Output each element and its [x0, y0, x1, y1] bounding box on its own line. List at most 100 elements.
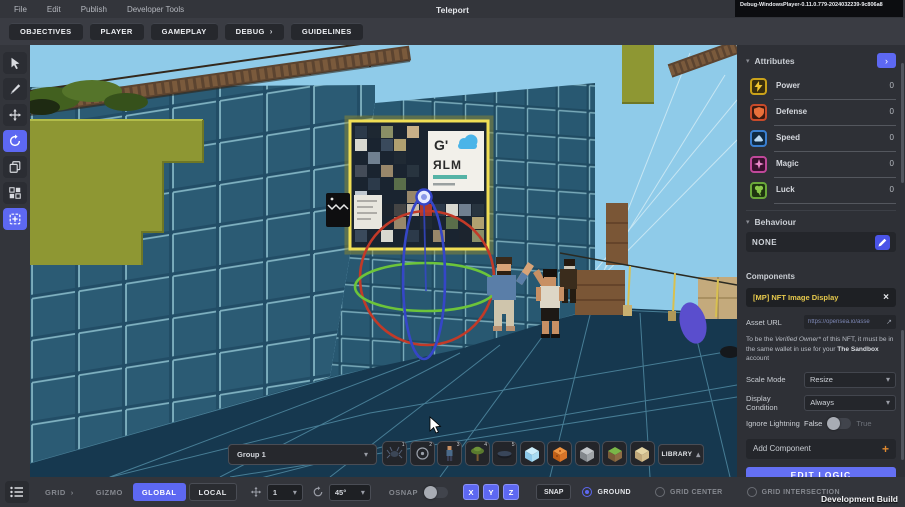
toggle-false-label: False: [804, 419, 822, 428]
asset-thumb-character[interactable]: 3: [437, 441, 462, 466]
menu-developer-tools[interactable]: Developer Tools: [127, 5, 184, 14]
snap-ground-option[interactable]: GROUND: [582, 487, 631, 497]
player-label: PLAYER: [101, 27, 133, 36]
divider: [746, 210, 896, 211]
plus-icon: +: [882, 443, 889, 455]
asset-thumb-ice-cube[interactable]: [520, 441, 545, 466]
group-tool-button[interactable]: [3, 182, 27, 204]
pencil-icon: [878, 238, 887, 247]
gizmo-label: GIZMO: [96, 488, 123, 497]
rotate-tool-button[interactable]: [3, 130, 27, 152]
attribute-row-power: Power 0: [746, 73, 896, 99]
scale-mode-dropdown[interactable]: Resize▾: [804, 372, 896, 388]
guidelines-button[interactable]: GUIDELINES: [291, 23, 363, 40]
add-asset-tool-button[interactable]: [3, 208, 27, 230]
behaviour-header[interactable]: ▾ Behaviour: [746, 217, 896, 227]
gameplay-button[interactable]: GAMEPLAY: [151, 23, 218, 40]
development-build-label: Development Build: [821, 494, 898, 504]
panel-scrollbar[interactable]: [901, 63, 904, 183]
group-selector[interactable]: Group 1 ▾: [228, 444, 377, 465]
quick-asset-bar: 1 2 3 4 5: [382, 441, 655, 466]
window-title: Teleport: [436, 5, 469, 15]
debug-button[interactable]: DEBUG›: [225, 23, 284, 40]
snap-grid-center-option[interactable]: GRID CENTER: [655, 487, 723, 497]
chevron-down-icon: ▾: [886, 398, 890, 407]
viewport-3d[interactable]: G' ЯLM: [30, 45, 737, 477]
viewport-3d-scene[interactable]: G' ЯLM: [30, 45, 737, 477]
library-button[interactable]: LIBRARY ▴: [658, 444, 704, 465]
display-condition-dropdown[interactable]: Always▾: [804, 395, 896, 411]
attribute-row-magic: Magic0: [746, 151, 896, 177]
toggle-knob: [424, 486, 437, 499]
grid-label[interactable]: GRID: [45, 488, 66, 497]
asset-badge: 2: [429, 442, 432, 448]
collapse-triangle-icon: ▾: [746, 218, 750, 226]
copy-icon: [8, 160, 22, 174]
gameplay-label: GAMEPLAY: [162, 27, 207, 36]
axis-x-button[interactable]: X: [463, 484, 479, 500]
component-nft-image-display[interactable]: [MP] NFT Image Display ×: [746, 288, 896, 307]
player-button[interactable]: PLAYER: [90, 23, 144, 40]
grass-cube-icon: [606, 445, 624, 463]
duplicate-tool-button[interactable]: [3, 156, 27, 178]
attribute-value[interactable]: 0: [890, 185, 894, 194]
speed-icon: [750, 130, 767, 147]
menu-edit[interactable]: Edit: [47, 5, 61, 14]
asset-badge: 5: [512, 442, 515, 448]
scale-mode-row: Scale Mode Resize▾: [746, 372, 896, 388]
objectives-button[interactable]: OBJECTIVES: [9, 23, 83, 40]
move-step-select[interactable]: 1▾: [267, 484, 303, 501]
green-block-right[interactable]: [622, 45, 654, 103]
attribute-value[interactable]: 0: [890, 159, 894, 168]
asset-thumb-tree[interactable]: 4: [465, 441, 490, 466]
remove-component-icon[interactable]: ×: [883, 293, 889, 303]
asset-thumb-grass-cube[interactable]: [602, 441, 627, 466]
select-tool-button[interactable]: [3, 52, 27, 74]
asset-thumb-sand-cube[interactable]: [630, 441, 655, 466]
rotate-icon: [8, 134, 22, 148]
asset-thumb-boat[interactable]: 5: [492, 441, 517, 466]
paint-tool-button[interactable]: [3, 78, 27, 100]
list-icon: [10, 486, 24, 498]
chevron-up-icon: ▴: [696, 450, 700, 459]
rotate-step-select[interactable]: 45°▾: [329, 484, 371, 501]
grid-chevron-icon[interactable]: ›: [71, 488, 74, 497]
radio-icon: [747, 487, 757, 497]
local-button[interactable]: LOCAL: [189, 483, 237, 501]
move-step-value: 1: [273, 488, 277, 497]
add-component-label: Add Component: [753, 444, 811, 453]
build-id-label: Debug-WindowsPlayer-0.11.0.779-202403223…: [735, 0, 903, 17]
menu-file[interactable]: File: [14, 5, 27, 14]
edit-behaviour-button[interactable]: [875, 235, 890, 250]
axis-y-button[interactable]: Y: [483, 484, 499, 500]
menu-publish[interactable]: Publish: [81, 5, 107, 14]
attribute-value[interactable]: 0: [890, 107, 894, 116]
collapse-triangle-icon: ▾: [746, 57, 750, 65]
chevron-down-icon: ▾: [886, 375, 890, 384]
external-link-icon[interactable]: ↗: [886, 318, 892, 326]
global-button[interactable]: GLOBAL: [133, 483, 186, 501]
panel-scrollbar[interactable]: [901, 330, 904, 460]
asset-thumb-spider[interactable]: 1: [382, 441, 407, 466]
osnap-toggle[interactable]: [424, 487, 448, 498]
asset-thumb-stone-cube[interactable]: [575, 441, 600, 466]
asset-thumb-target[interactable]: 2: [410, 441, 435, 466]
attributes-header[interactable]: ▾ Attributes ›: [746, 53, 896, 68]
outliner-button[interactable]: [5, 481, 29, 503]
asset-badge: 3: [457, 442, 460, 448]
toggle-knob: [827, 417, 840, 430]
add-component-button[interactable]: Add Component +: [746, 439, 896, 459]
ignore-lightning-toggle[interactable]: [827, 418, 851, 429]
attribute-value[interactable]: 0: [890, 133, 894, 142]
target-icon: [415, 446, 430, 461]
asset-url-input[interactable]: https://opensea.io/asse ↗: [804, 315, 896, 329]
attribute-value[interactable]: 0: [890, 81, 894, 90]
nft-image-display-board[interactable]: G' ЯLM: [326, 118, 491, 252]
lava-cube-icon: [551, 445, 569, 463]
asset-thumb-lava-cube[interactable]: [547, 441, 572, 466]
axis-z-button[interactable]: Z: [503, 484, 519, 500]
attributes-expand-button[interactable]: ›: [877, 53, 896, 68]
move-tool-button[interactable]: [3, 104, 27, 126]
attribute-label: Power: [776, 81, 800, 90]
attribute-row-speed: Speed0: [746, 125, 896, 151]
